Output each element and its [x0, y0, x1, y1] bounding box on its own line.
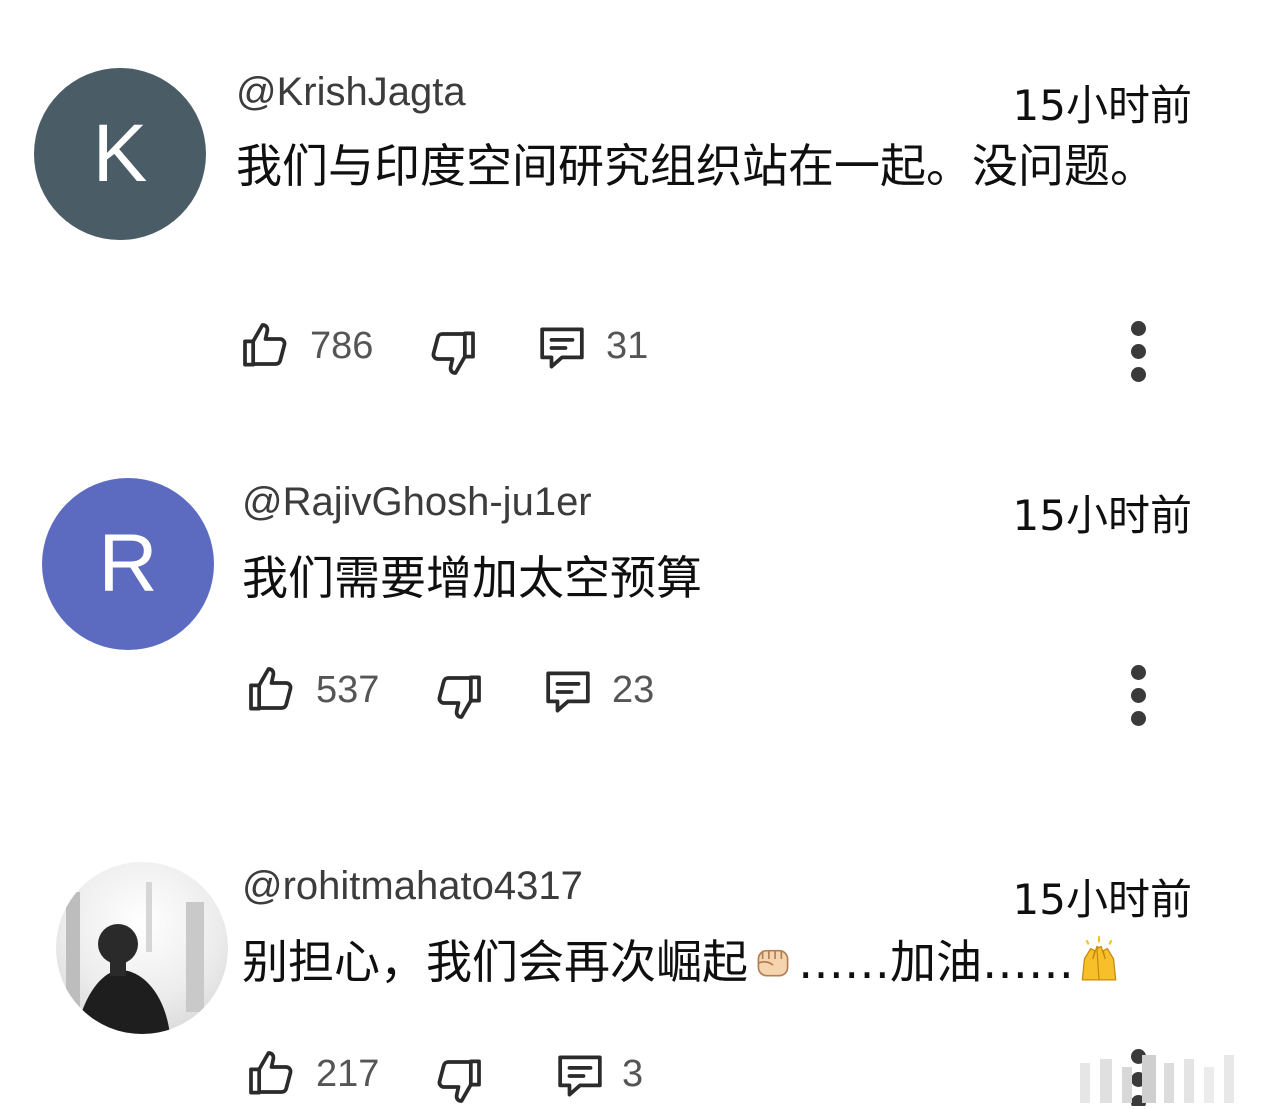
more-vert-icon[interactable] — [1128, 318, 1148, 382]
comment-icon[interactable] — [552, 1048, 608, 1104]
raised-fist-emoji-icon — [757, 949, 789, 977]
reply-count: 31 — [606, 325, 649, 367]
comment-actions: 786 31 — [0, 318, 1280, 382]
comment-icon[interactable] — [534, 320, 590, 376]
raising-hands-emoji-icon — [1081, 936, 1117, 981]
comment-text: 我们与印度空间研究组织站在一起。没问题。 — [236, 139, 1156, 193]
thumb-down-icon[interactable] — [430, 1052, 486, 1108]
person-photo-icon — [66, 882, 204, 1034]
comment-icon[interactable] — [540, 664, 596, 720]
thumb-up-icon[interactable] — [238, 318, 294, 374]
comment-text: 别担心，我们会再次崛起 ……加油…… — [242, 930, 1242, 994]
comment-text-part: 别担心，我们会再次崛起 — [242, 935, 748, 989]
avatar-letter: K — [92, 108, 148, 199]
comment-author[interactable]: @RajivGhosh-ju1er — [242, 480, 592, 525]
reply-count: 3 — [622, 1053, 644, 1095]
comment-time: 15小时前 — [1012, 491, 1192, 540]
like-count: 217 — [316, 1053, 380, 1095]
thumb-up-icon[interactable] — [244, 1046, 300, 1102]
watermark-logo — [1080, 1055, 1234, 1103]
avatar[interactable]: K — [34, 68, 206, 240]
comment-text: 我们需要增加太空预算 — [242, 551, 702, 605]
comment-time: 15小时前 — [1012, 81, 1192, 130]
reply-count: 23 — [612, 669, 655, 711]
thumb-down-icon[interactable] — [430, 668, 486, 724]
like-count: 537 — [316, 669, 380, 711]
more-vert-icon[interactable] — [1128, 662, 1148, 726]
thumb-down-icon[interactable] — [424, 324, 480, 380]
like-count: 786 — [310, 325, 374, 367]
comment-author[interactable]: @rohitmahato4317 — [242, 864, 583, 909]
comment-time: 15小时前 — [1012, 875, 1192, 924]
comment-text-part: ……加油…… — [798, 935, 1074, 989]
thumb-up-icon[interactable] — [244, 662, 300, 718]
comment-actions: 537 23 — [0, 662, 1280, 726]
avatar[interactable]: R — [42, 478, 214, 650]
avatar[interactable] — [56, 862, 228, 1034]
comment-author[interactable]: @KrishJagta — [236, 70, 466, 115]
avatar-letter: R — [98, 518, 158, 609]
